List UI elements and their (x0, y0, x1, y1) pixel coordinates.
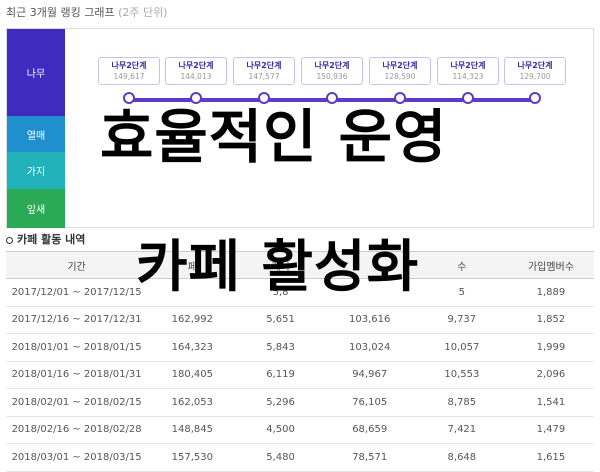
col-header: 가입멤버수 (507, 251, 594, 279)
table-row: 2017/12/16 ~ 2017/12/31 162,992 5,651 10… (6, 306, 594, 334)
cell: 6,119 (237, 361, 324, 389)
rank-badge: 나무2단계 128,590 (369, 57, 431, 85)
cell: 2018/01/01 ~ 2018/01/15 (6, 333, 148, 362)
table-row: 2018/01/01 ~ 2018/01/15 164,323 5,843 10… (6, 333, 594, 362)
cell: 162,053 (147, 388, 238, 417)
col-header: 기간 (6, 251, 148, 279)
col-header: 수 (415, 251, 508, 279)
cell: 8,785 (415, 388, 508, 417)
cell: 2017/12/16 ~ 2017/12/31 (6, 306, 148, 334)
rank-level: 나무2단계 (246, 61, 282, 70)
bullet-icon (6, 236, 13, 244)
tier-gaji: 가지 (7, 152, 65, 189)
rank-point: 나무2단계 129,700 (504, 57, 566, 111)
tier-ipsae: 잎새 (7, 189, 65, 228)
cell: 103,024 (323, 333, 416, 362)
rank-level: 나무2단계 (111, 61, 147, 70)
cell: 2018/02/16 ~ 2018/02/28 (6, 416, 148, 444)
rank-level: 나무2단계 (517, 61, 553, 70)
cell: 180,405 (147, 361, 238, 389)
table-row: 2018/02/16 ~ 2018/02/28 148,845 4,500 68… (6, 416, 594, 444)
cell: 157,530 (147, 443, 238, 472)
cell: 94,967 (323, 361, 416, 389)
cell: 5,843 (237, 333, 324, 362)
rank-badge: 나무2단계 150,936 (301, 57, 363, 85)
overlay-headline-cafe-activation: 카페 활성화 (136, 235, 420, 300)
rank-count: 144,013 (180, 72, 212, 81)
rank-badge: 나무2단계 114,323 (437, 57, 499, 85)
rank-count: 129,700 (519, 72, 551, 81)
rank-dot (529, 92, 541, 104)
cell: 2,096 (507, 361, 594, 389)
cell: 103,616 (323, 306, 416, 334)
cell: 2018/01/16 ~ 2018/01/31 (6, 361, 148, 389)
cell: 1,479 (507, 416, 594, 444)
cell: 162,992 (147, 306, 238, 334)
activity-section-title: 카페 활동 내역 (6, 231, 85, 247)
cell: 164,323 (147, 333, 238, 362)
rank-count: 149,617 (113, 72, 145, 81)
rank-dot (462, 92, 474, 104)
rank-level: 나무2단계 (382, 61, 418, 70)
tier-namu: 나무 (7, 29, 65, 116)
cell: 78,571 (323, 443, 416, 472)
cell: 5,480 (237, 443, 324, 472)
cell: 76,105 (323, 388, 416, 417)
cell: 148,845 (147, 416, 238, 444)
rank-level: 나무2단계 (314, 61, 350, 70)
cell: 10,553 (415, 361, 508, 389)
cell: 2017/12/01 ~ 2017/12/15 (6, 278, 148, 307)
cell: 5,651 (237, 306, 324, 334)
rank-count: 114,323 (452, 72, 484, 81)
rank-badge: 나무2단계 129,700 (504, 57, 566, 85)
tier-yeolmae: 열매 (7, 116, 65, 152)
cell: 8,648 (415, 443, 508, 472)
cell: 1,889 (507, 278, 594, 307)
rank-level: 나무2단계 (450, 61, 486, 70)
rank-count: 147,577 (248, 72, 280, 81)
cell: 2018/02/01 ~ 2018/02/15 (6, 388, 148, 417)
cell: 7,421 (415, 416, 508, 444)
rank-badge: 나무2단계 144,013 (165, 57, 227, 85)
cell: 5 (415, 278, 508, 307)
activity-title-text: 카페 활동 내역 (17, 233, 86, 246)
cell: 1,615 (507, 443, 594, 472)
cell: 4,500 (237, 416, 324, 444)
cell: 1,852 (507, 306, 594, 334)
table-row: 2018/02/01 ~ 2018/02/15 162,053 5,296 76… (6, 388, 594, 417)
rank-badge: 나무2단계 149,617 (98, 57, 160, 85)
cell: 9,737 (415, 306, 508, 334)
rank-count: 150,936 (316, 72, 348, 81)
rank-level: 나무2단계 (178, 61, 214, 70)
cell: 10,057 (415, 333, 508, 362)
overlay-headline-efficient-operation: 효율적인 운영 (100, 103, 448, 171)
table-row: 2018/01/16 ~ 2018/01/31 180,405 6,119 94… (6, 361, 594, 389)
rank-badge: 나무2단계 147,577 (233, 57, 295, 85)
cell: 68,659 (323, 416, 416, 444)
table-row: 2018/03/01 ~ 2018/03/15 157,530 5,480 78… (6, 443, 594, 472)
ranking-subtitle: (2주 단위) (118, 6, 168, 19)
rank-count: 128,590 (384, 72, 416, 81)
cell: 1,541 (507, 388, 594, 417)
ranking-title-text: 최근 3개월 랭킹 그래프 (6, 6, 115, 19)
ranking-graph-title: 최근 3개월 랭킹 그래프 (2주 단위) (6, 4, 168, 20)
cell: 1,999 (507, 333, 594, 362)
cell: 5,296 (237, 388, 324, 417)
cell: 2018/03/01 ~ 2018/03/15 (6, 443, 148, 472)
